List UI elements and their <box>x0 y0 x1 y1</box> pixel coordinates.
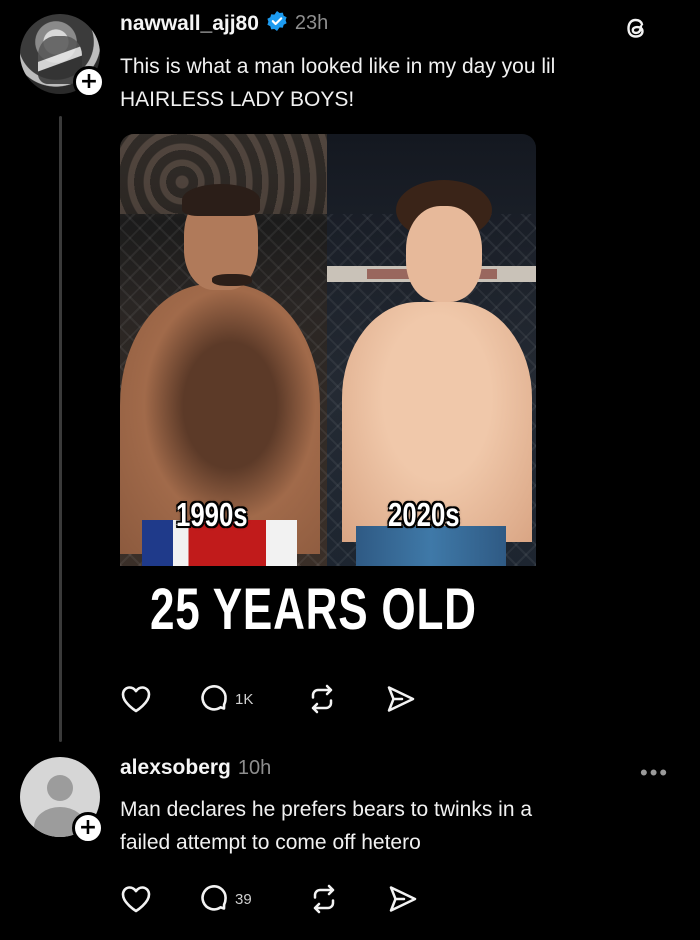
post-text-line: HAIRLESS LADY BOYS! <box>120 88 355 111</box>
reply-count: 1K <box>235 690 254 708</box>
fighter-1990s-mustache <box>212 274 252 286</box>
fighter-1990s-hair <box>182 184 260 216</box>
image-headline: 25 YEARS OLD <box>150 577 477 642</box>
default-avatar-head <box>47 775 73 801</box>
share-button[interactable] <box>387 884 419 914</box>
reply-header: alexsoberg 10h <box>120 756 271 780</box>
thread-line <box>59 116 62 742</box>
image-headline-bar: 25 YEARS OLD <box>120 566 536 646</box>
reply-count: 39 <box>235 890 252 908</box>
reply-button[interactable]: 1K <box>199 684 253 714</box>
label-2020s: 2020s <box>388 496 460 533</box>
post-time: 23h <box>294 12 329 34</box>
heart-icon <box>120 684 152 714</box>
post-text-line: This is what a man looked like in my day… <box>120 55 556 78</box>
reply-text: Man declares he prefers bears to twinks … <box>120 793 532 859</box>
share-icon <box>387 884 419 914</box>
comment-icon <box>199 884 229 914</box>
like-button[interactable] <box>120 684 152 714</box>
share-button[interactable] <box>385 684 417 714</box>
reply-text-line: failed attempt to come off hetero <box>120 831 421 854</box>
like-button[interactable] <box>120 884 152 914</box>
post-image[interactable]: 1990s 2020s 25 YEARS OLD <box>120 134 536 646</box>
follow-plus-icon[interactable]: + <box>73 66 105 98</box>
verified-badge-icon <box>266 10 288 37</box>
follow-plus-icon[interactable]: + <box>72 812 104 844</box>
repost-icon <box>306 684 338 714</box>
more-options-icon[interactable]: ••• <box>640 760 669 786</box>
reply-username[interactable]: alexsoberg <box>120 756 231 780</box>
threads-logo-icon[interactable] <box>620 12 652 49</box>
label-1990s: 1990s <box>176 496 248 533</box>
fighter-2020s-head <box>406 206 482 302</box>
post-header: nawwall_ajj80 23h <box>120 10 328 37</box>
post-username[interactable]: nawwall_ajj80 <box>120 12 259 36</box>
repost-button[interactable] <box>306 684 338 714</box>
comment-icon <box>199 684 229 714</box>
reply-time: 10h <box>237 756 272 779</box>
repost-icon <box>308 884 340 914</box>
repost-button[interactable] <box>308 884 340 914</box>
post-text: This is what a man looked like in my day… <box>120 50 555 116</box>
reply-button[interactable]: 39 <box>199 884 252 914</box>
share-icon <box>385 684 417 714</box>
heart-icon <box>120 884 152 914</box>
reply-text-line: Man declares he prefers bears to twinks … <box>120 798 533 821</box>
